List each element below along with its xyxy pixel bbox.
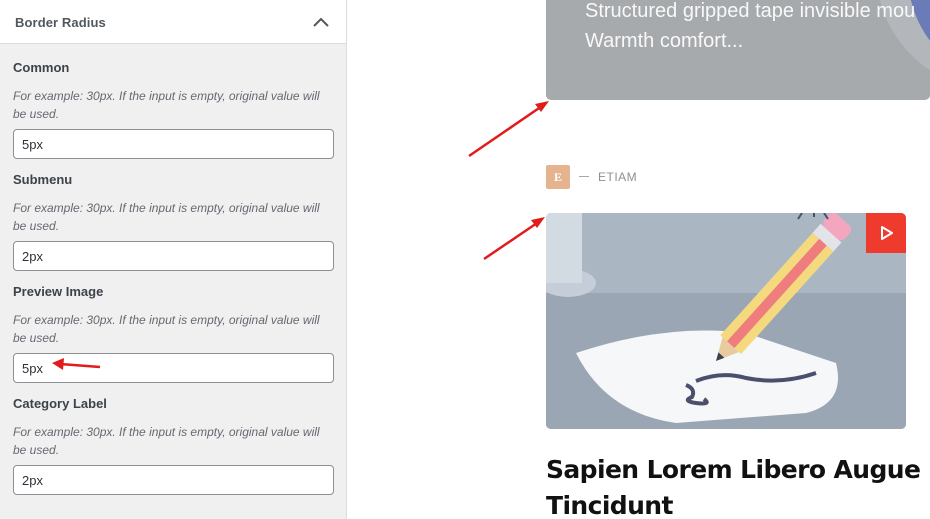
field-label: Submenu (13, 172, 73, 187)
field-description: For example: 30px. If the input is empty… (13, 201, 320, 233)
field-description: For example: 30px. If the input is empty… (13, 313, 320, 345)
pencil-illustration (546, 213, 906, 429)
annotation-arrow-icon (483, 217, 545, 261)
field-description: For example: 30px. If the input is empty… (13, 425, 320, 457)
annotation-arrow-icon (468, 101, 549, 158)
field-label: Common (13, 60, 70, 75)
post-title[interactable]: Sapien Lorem Libero Augue Tincidunt (546, 452, 926, 519)
common-radius-input[interactable] (13, 129, 334, 159)
play-icon (881, 226, 893, 240)
excerpt-line: Structured gripped tape invisible mou (585, 0, 916, 22)
field-label: Category Label (13, 396, 107, 411)
field-submenu: Submenu For example: 30px. If the input … (13, 172, 334, 271)
category-label-radius-input[interactable] (13, 465, 334, 495)
field-description: For example: 30px. If the input is empty… (13, 89, 320, 121)
excerpt-line: Warmth comfort... (585, 30, 744, 52)
settings-panel: Border Radius Common For example: 30px. … (0, 0, 347, 519)
category-separator (579, 176, 589, 177)
post-preview-image[interactable] (546, 213, 906, 429)
category-badge[interactable]: E (546, 165, 570, 189)
field-category-label: Category Label For example: 30px. If the… (13, 396, 334, 495)
field-common: Common For example: 30px. If the input i… (13, 60, 334, 159)
video-play-button[interactable] (866, 213, 906, 253)
submenu-radius-input[interactable] (13, 241, 334, 271)
category-name[interactable]: ETIAM (598, 170, 637, 184)
section-title: Border Radius (15, 15, 106, 30)
post-excerpt: Structured gripped tape invisible mou Wa… (585, 0, 930, 56)
chevron-up-icon[interactable] (312, 16, 330, 28)
field-label: Preview Image (13, 284, 104, 299)
annotation-arrow-icon (52, 358, 101, 370)
post-card-top[interactable]: Structured gripped tape invisible mou Wa… (546, 0, 930, 100)
section-header[interactable]: Border Radius (0, 0, 346, 44)
